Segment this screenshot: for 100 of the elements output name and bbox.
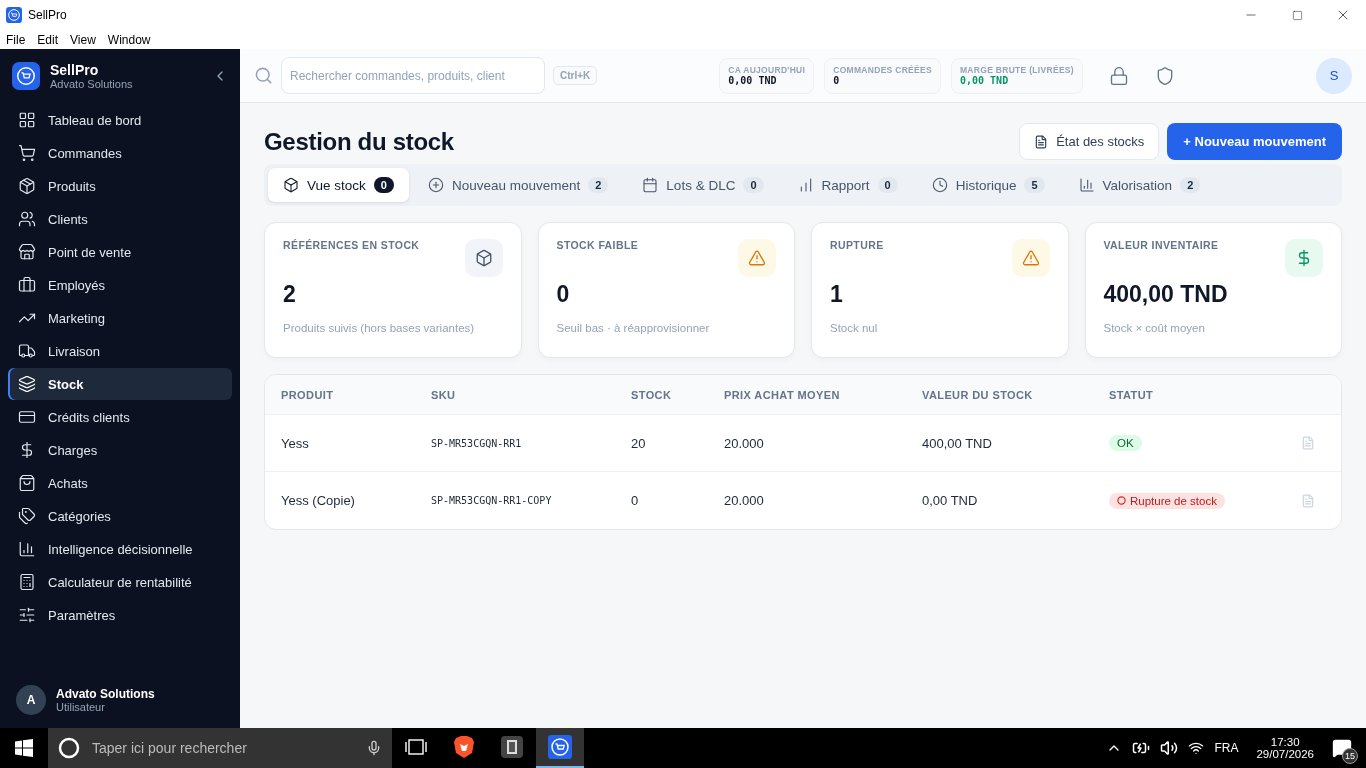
sidebar-item[interactable]: Employés — [8, 269, 232, 301]
stat-label: MARGE BRUTE (LIVRÉES) — [960, 65, 1074, 75]
clock-date[interactable]: 29/07/2026 — [1256, 748, 1314, 760]
warning-icon — [738, 239, 776, 277]
tab[interactable]: Rapport 0 — [782, 168, 913, 202]
tab[interactable]: Valorisation 2 — [1063, 168, 1216, 202]
calendar-icon — [642, 177, 659, 193]
user-avatar[interactable]: A — [16, 685, 46, 715]
sidebar-item[interactable]: Marketing — [8, 302, 232, 334]
stock-report-button[interactable]: État des stocks — [1019, 123, 1160, 160]
stat-value: 0 — [833, 75, 841, 86]
table-cell-text: 0,00 TND — [922, 493, 979, 508]
clock-time[interactable]: 17:30 — [1270, 736, 1300, 748]
count-badge: 0 — [373, 177, 394, 193]
tags-icon — [18, 507, 36, 525]
warning-icon — [1011, 239, 1050, 277]
sidebar-item[interactable]: Intelligence décisionnelle — [8, 533, 232, 565]
cart-app-icon[interactable] — [536, 728, 584, 768]
cart-icon — [18, 144, 36, 162]
menu-item[interactable]: File — [6, 32, 26, 47]
stat-label: COMMANDES CRÉÉES — [833, 65, 932, 75]
menu-item[interactable]: View — [70, 32, 96, 47]
card-note: Seuil bas · à réapprovisionner — [556, 322, 711, 334]
user-role: Utilisateur — [56, 701, 106, 713]
card-label: RUPTURE — [830, 239, 884, 251]
box-icon — [464, 239, 503, 277]
bag-icon — [18, 474, 36, 492]
table-cell-text: SP-MR53CGQN-RR1-COPY — [431, 495, 553, 506]
language-indicator[interactable]: FRA — [1214, 741, 1239, 755]
card-label: RÉFÉRENCES EN STOCK — [283, 239, 420, 251]
sidebar-item[interactable]: Livraison — [8, 335, 232, 367]
stat-label: CA AUJOURD'HUI — [728, 65, 806, 75]
user-name: Advato Solutions — [56, 687, 155, 701]
table-cell-text: Yess — [281, 435, 310, 451]
dollar-icon — [1285, 239, 1323, 277]
layers-icon — [18, 375, 36, 393]
tab[interactable]: Historique 5 — [916, 168, 1060, 202]
company-name: Advato Solutions — [50, 78, 134, 90]
grid-icon — [18, 111, 36, 129]
column-header: SKU — [431, 388, 457, 401]
sidebar-item[interactable]: Charges — [8, 434, 232, 466]
tab[interactable]: Lots & DLC 0 — [627, 168, 779, 202]
microphone-icon[interactable] — [366, 740, 382, 756]
sidebar-item[interactable]: Crédits clients — [8, 401, 232, 433]
lock-icon[interactable] — [1108, 65, 1129, 86]
page-title: Gestion du stock — [264, 127, 455, 156]
status-badge: OK — [1109, 435, 1142, 451]
menu-item[interactable]: Edit — [37, 32, 59, 47]
sidebar-item[interactable]: Catégories — [8, 500, 232, 532]
window-title: SellPro — [28, 8, 68, 22]
wifi-icon[interactable] — [1188, 740, 1205, 756]
card-note: Produits suivis (hors bases variantes) — [283, 322, 476, 334]
tab[interactable]: Vue stock 0 — [268, 168, 409, 202]
sidebar-item[interactable]: Tableau de bord — [8, 104, 232, 136]
card-icon — [18, 408, 36, 426]
table-cell-text: 400,00 TND — [922, 435, 993, 451]
calculator-icon — [18, 573, 36, 591]
user-avatar[interactable]: S — [1316, 57, 1352, 94]
search-field[interactable]: Rechercher commandes, produits, client — [281, 57, 545, 94]
taskbar-search-field[interactable]: Taper ici pour rechercher — [48, 728, 392, 768]
new-movement-button[interactable]: + Nouveau mouvement — [1167, 123, 1342, 160]
bar-chart-icon — [18, 540, 36, 558]
sidebar-item[interactable]: Point de vente — [8, 236, 232, 268]
stat-value: 0,00 TND — [960, 75, 1010, 86]
document-icon — [1034, 134, 1049, 149]
count-badge: 0 — [743, 177, 764, 193]
cart-logo-icon — [12, 62, 40, 90]
column-header: STATUT — [1109, 388, 1155, 401]
sidebar-item[interactable]: Calculateur de rentabilité — [8, 566, 232, 598]
sidebar-item[interactable]: Clients — [8, 203, 232, 235]
box-icon — [283, 177, 299, 193]
column-header: PRIX ACHAT MOYEN — [724, 388, 841, 401]
sidebar-item[interactable]: Commandes — [8, 137, 232, 169]
tab[interactable]: Nouveau mouvement 2 — [412, 168, 624, 202]
maximize-icon[interactable] — [1291, 9, 1303, 21]
search-field[interactable]: Taper ici pour rechercher — [90, 739, 356, 757]
count-badge: 2 — [588, 177, 609, 193]
shortcut-hint: Ctrl+K — [553, 66, 598, 85]
menu-item[interactable]: Window — [107, 32, 151, 47]
count-badge: 0 — [877, 177, 898, 193]
card-value: 400,00 TND — [1103, 281, 1229, 308]
column-header: PRODUIT — [281, 388, 335, 401]
sidebar-item[interactable]: Stock — [8, 368, 232, 400]
circle-icon — [1117, 496, 1126, 505]
volume-icon[interactable] — [1160, 739, 1179, 757]
search-icon — [254, 66, 273, 85]
cortana-icon — [58, 737, 80, 759]
bar-chart-icon — [1078, 177, 1095, 193]
clock-icon — [931, 177, 948, 193]
column-header: STOCK — [631, 388, 673, 401]
sidebar-item[interactable]: Achats — [8, 467, 232, 499]
table-cell-text: 20.000 — [724, 435, 765, 451]
brand-name: SellPro — [50, 62, 100, 78]
sidebar-item[interactable]: Paramètres — [8, 599, 232, 631]
table-cell-text: 0 — [631, 493, 640, 508]
card-label: STOCK FAIBLE — [556, 239, 639, 251]
sidebar-item[interactable]: Produits — [8, 170, 232, 202]
card-note: Stock × coût moyen — [1103, 322, 1206, 334]
stat-value: 0,00 TND — [728, 75, 778, 86]
card-value: 1 — [830, 281, 844, 308]
